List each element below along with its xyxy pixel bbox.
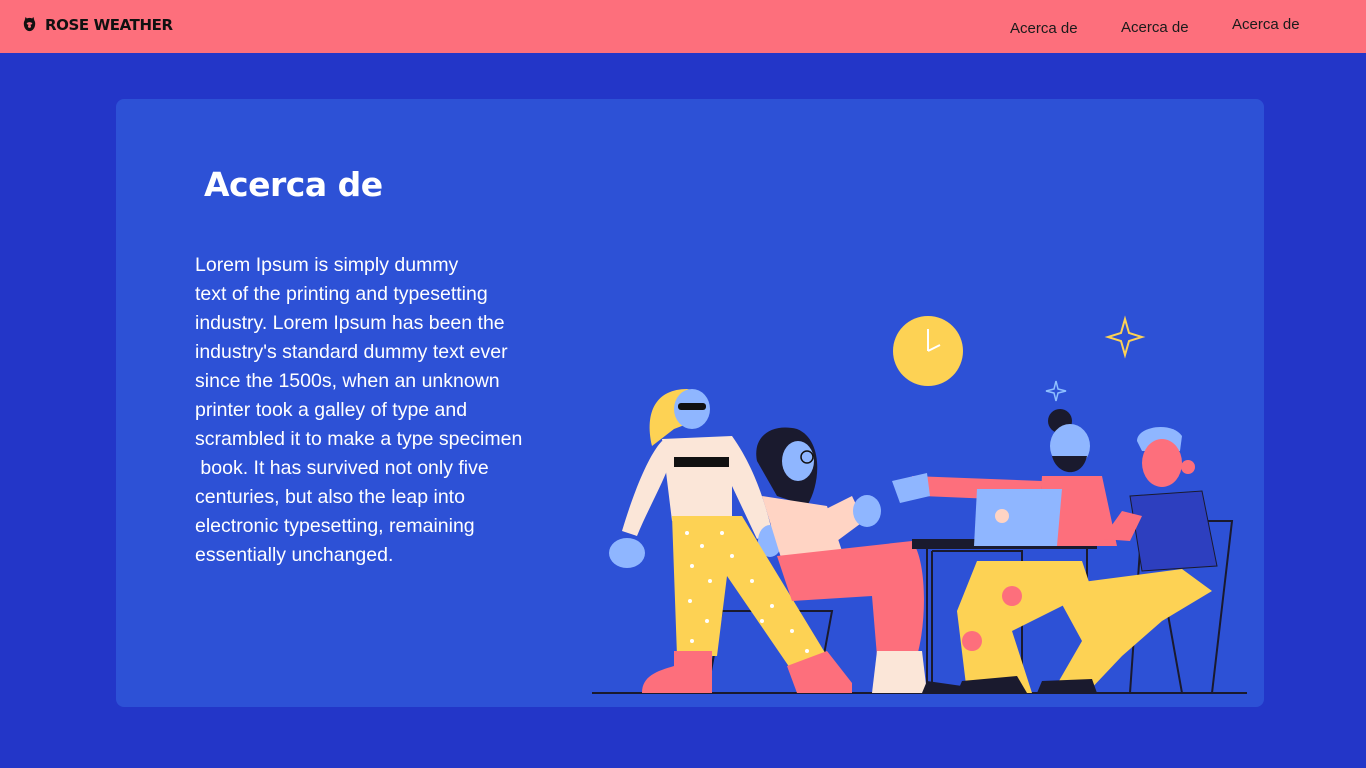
team-meeting-illustration [592, 315, 1247, 694]
nav-link-acerca-de-2[interactable]: Acerca de [1121, 19, 1189, 36]
top-navbar: ROSE WEATHER Acerca de Acerca de Acerca … [0, 0, 1366, 53]
about-body-line: text of the printing and typesetting [195, 283, 488, 305]
about-body-line: industry. Lorem Ipsum has been the [195, 312, 505, 334]
about-body-line: printer took a galley of type and [195, 399, 468, 421]
about-body-line: scrambled it to make a type specimen [195, 428, 523, 450]
brand[interactable]: ROSE WEATHER [20, 15, 173, 34]
about-body-line: Lorem Ipsum is simply dummy [195, 254, 459, 276]
sparkle-icon [1045, 380, 1067, 402]
about-body-line: centuries, but also the leap into [195, 486, 465, 508]
about-card: Acerca de Lorem Ipsum is simply dummy te… [116, 99, 1264, 707]
clock-icon [893, 316, 963, 386]
about-body-line: book. It has survived not only five [195, 457, 489, 479]
brand-name: ROSE WEATHER [45, 15, 173, 34]
about-body-line: electronic typesetting, remaining [195, 515, 475, 537]
nav-link-acerca-de-1[interactable]: Acerca de [1010, 20, 1078, 37]
about-body-line: essentially unchanged. [195, 544, 394, 566]
about-title: Acerca de [204, 165, 383, 204]
about-body: Lorem Ipsum is simply dummy text of the … [195, 251, 595, 570]
about-body-line: since the 1500s, when an unknown [195, 370, 500, 392]
nav-link-acerca-de-3[interactable]: Acerca de [1232, 16, 1300, 33]
about-body-line: industry's standard dummy text ever [195, 341, 508, 363]
sparkle-icon [1104, 315, 1146, 359]
rose-icon [23, 16, 36, 32]
